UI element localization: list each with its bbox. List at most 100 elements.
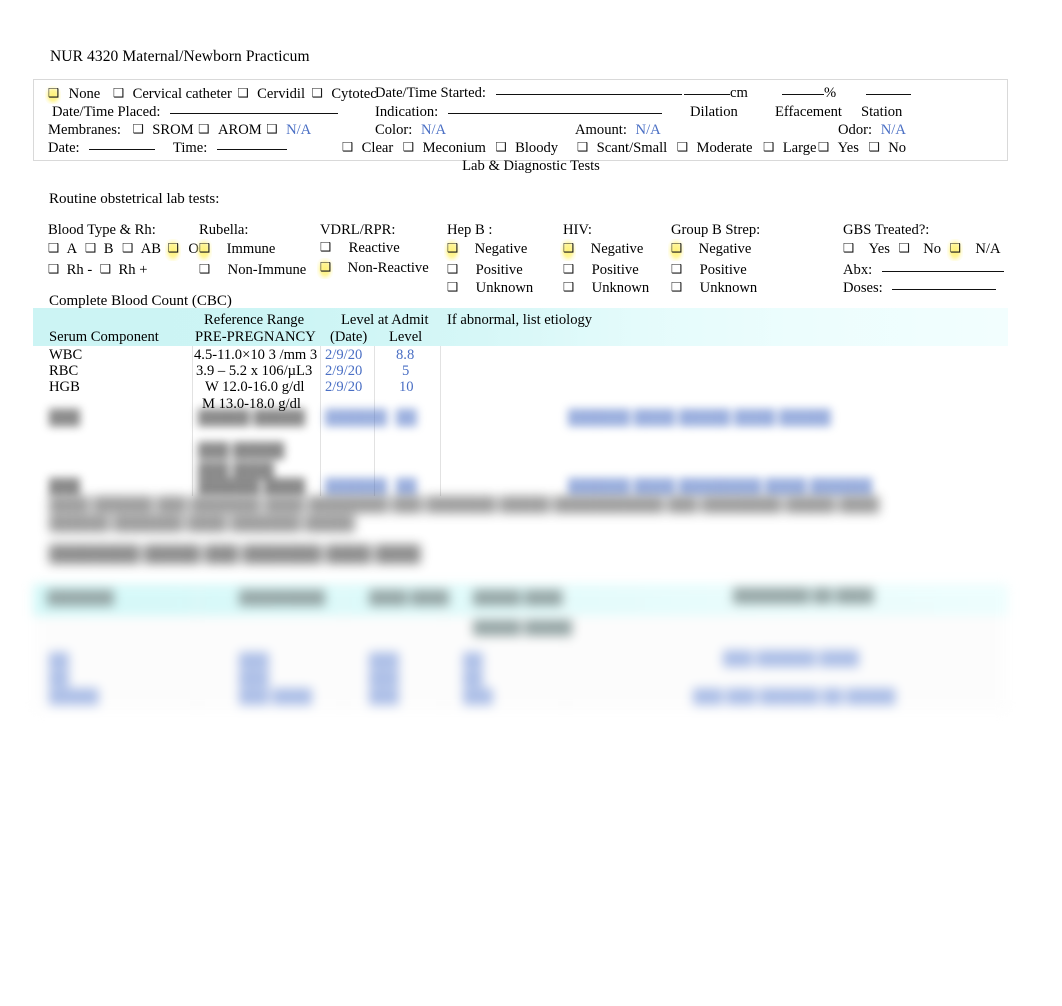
gbs-treated-na-highlight[interactable] bbox=[946, 239, 963, 261]
membranes-datetime-row: Date: Time: bbox=[48, 141, 287, 156]
cbc-header-reference-range: Reference Range bbox=[204, 312, 305, 328]
checkbox-icon[interactable] bbox=[48, 263, 57, 276]
document-page: NUR 4320 Maternal/Newborn Practicum None… bbox=[0, 0, 1062, 1006]
checkbox-icon[interactable] bbox=[48, 242, 57, 255]
checkbox-icon[interactable] bbox=[869, 141, 878, 154]
redacted-paragraph-line-1: ████ ██████ ███ ███████ ████ ████████ ██… bbox=[49, 497, 880, 513]
rubella-immune-highlight[interactable] bbox=[196, 239, 212, 261]
checkbox-icon[interactable] bbox=[48, 87, 57, 100]
checkbox-icon[interactable] bbox=[563, 242, 572, 255]
blood-type-b-label: B bbox=[103, 241, 114, 258]
checkbox-icon[interactable] bbox=[843, 242, 852, 255]
blood-type-o-highlight[interactable] bbox=[164, 239, 181, 261]
membranes-time-input[interactable] bbox=[216, 149, 287, 150]
cbc-redacted-level: ██ bbox=[396, 479, 417, 495]
dilation-label: Dilation bbox=[690, 104, 738, 120]
cbc-header-level: Level bbox=[389, 329, 423, 345]
checkbox-icon[interactable] bbox=[199, 242, 208, 255]
odor-label: Odor: bbox=[838, 122, 873, 138]
effacement-input[interactable] bbox=[782, 94, 824, 95]
checkbox-icon[interactable] bbox=[198, 123, 207, 136]
checkbox-icon[interactable] bbox=[133, 123, 142, 136]
membranes-option-na-label: N/A bbox=[286, 122, 312, 138]
abx-input[interactable] bbox=[881, 270, 1004, 272]
checkbox-icon[interactable] bbox=[168, 242, 177, 255]
station-value-row bbox=[866, 86, 911, 101]
indication-label: Indication: bbox=[375, 104, 439, 120]
cbc-row-reference: W 12.0-16.0 g/dl bbox=[205, 379, 305, 395]
cbc-row-component: WBC bbox=[49, 347, 83, 363]
rubella-option-non-immune: Non-Immune bbox=[199, 261, 307, 279]
checkbox-icon[interactable] bbox=[266, 123, 275, 136]
induction-option-cervical-catheter-label: Cervical catheter bbox=[132, 86, 232, 102]
checkbox-icon[interactable] bbox=[122, 242, 131, 255]
checkbox-icon[interactable] bbox=[342, 141, 351, 154]
checkbox-icon[interactable] bbox=[238, 87, 247, 100]
vdrl-reactive-label: Reactive bbox=[348, 240, 400, 257]
checkbox-icon[interactable] bbox=[563, 263, 572, 276]
vdrl-non-reactive-highlight[interactable] bbox=[317, 257, 333, 279]
checkbox-icon[interactable] bbox=[818, 141, 827, 154]
checkbox-icon[interactable] bbox=[113, 87, 122, 100]
cbc-row-reference-secondary: M 13.0-18.0 g/dl bbox=[202, 396, 301, 412]
bottom-table-cell: ██ bbox=[463, 654, 483, 669]
cbc-row-date: 2/9/20 bbox=[325, 347, 363, 363]
dilation-value-row: cm bbox=[684, 86, 748, 101]
hepb-unknown-label: Unknown bbox=[475, 279, 534, 296]
indication-input[interactable] bbox=[447, 113, 662, 114]
checkbox-icon[interactable] bbox=[312, 87, 321, 100]
bottom-table-cell: ███ ███ ██████ ██ █████ bbox=[693, 690, 896, 705]
checkbox-icon[interactable] bbox=[671, 242, 680, 255]
bottom-table-block: ███████ █████████ ████ ████ █████ ████ █… bbox=[0, 570, 1062, 720]
bottom-table-header-cell: ████ ████ bbox=[369, 590, 449, 605]
hiv-header: HIV: bbox=[563, 222, 592, 238]
fluid-amount-options-row: Scant/Small Moderate Large bbox=[577, 141, 817, 156]
checkbox-icon[interactable] bbox=[671, 281, 680, 294]
doses-label: Doses: bbox=[843, 279, 883, 296]
checkbox-icon[interactable] bbox=[447, 263, 456, 276]
checkbox-icon[interactable] bbox=[577, 141, 586, 154]
hiv-option-negative: Negative bbox=[560, 239, 649, 261]
checkbox-icon[interactable] bbox=[100, 263, 109, 276]
cbc-redacted-etiology: ██████ ████ █████ ████ █████ bbox=[568, 410, 831, 426]
date-time-placed-input[interactable] bbox=[170, 113, 339, 114]
checkbox-icon[interactable] bbox=[403, 141, 412, 154]
bottom-table-header-cell: ███████ bbox=[47, 590, 114, 605]
checkbox-icon[interactable] bbox=[447, 242, 456, 255]
checkbox-icon[interactable] bbox=[320, 261, 329, 274]
checkbox-icon[interactable] bbox=[563, 281, 572, 294]
blood-type-header: Blood Type & Rh: bbox=[48, 222, 156, 238]
checkbox-icon[interactable] bbox=[447, 281, 456, 294]
date-time-started-input[interactable] bbox=[495, 94, 682, 95]
hepb-negative-highlight[interactable] bbox=[444, 239, 460, 261]
checkbox-icon[interactable] bbox=[495, 141, 504, 154]
hiv-negative-highlight[interactable] bbox=[560, 239, 576, 261]
membranes-date-input[interactable] bbox=[89, 149, 156, 150]
fluid-amount-row: Amount: N/A bbox=[575, 123, 661, 138]
bottom-table-cell: █████ bbox=[49, 690, 99, 705]
bottom-table: ███████ █████████ ████ ████ █████ ████ █… bbox=[33, 576, 1008, 712]
cbc-column-divider bbox=[440, 346, 441, 496]
bottom-table-cell: ██ bbox=[463, 672, 483, 687]
gbs-negative-highlight[interactable] bbox=[668, 239, 684, 261]
dilation-input[interactable] bbox=[684, 94, 730, 95]
cbc-redacted-level: ██ bbox=[396, 410, 417, 426]
checkbox-icon[interactable] bbox=[671, 263, 680, 276]
checkbox-icon[interactable] bbox=[950, 242, 959, 255]
blood-type-a-label: A bbox=[66, 241, 77, 258]
cbc-redacted-date: ██████ bbox=[325, 410, 388, 426]
checkbox-icon[interactable] bbox=[763, 141, 772, 154]
blood-type-row-2: Rh - Rh + bbox=[48, 261, 199, 279]
bottom-table-cell: ███ bbox=[463, 690, 493, 705]
station-input[interactable] bbox=[866, 94, 911, 95]
checkbox-icon[interactable] bbox=[85, 242, 94, 255]
induction-option-none-highlight[interactable] bbox=[45, 86, 61, 104]
checkbox-icon[interactable] bbox=[199, 263, 208, 276]
checkbox-icon[interactable] bbox=[899, 242, 908, 255]
checkbox-icon[interactable] bbox=[677, 141, 686, 154]
cbc-header-etiology: If abnormal, list etiology bbox=[447, 312, 593, 328]
checkbox-icon[interactable] bbox=[320, 241, 329, 254]
induction-option-cytotec-label: Cytotec bbox=[331, 86, 377, 102]
doses-input[interactable] bbox=[892, 288, 997, 290]
hepb-positive-label: Positive bbox=[475, 261, 523, 278]
